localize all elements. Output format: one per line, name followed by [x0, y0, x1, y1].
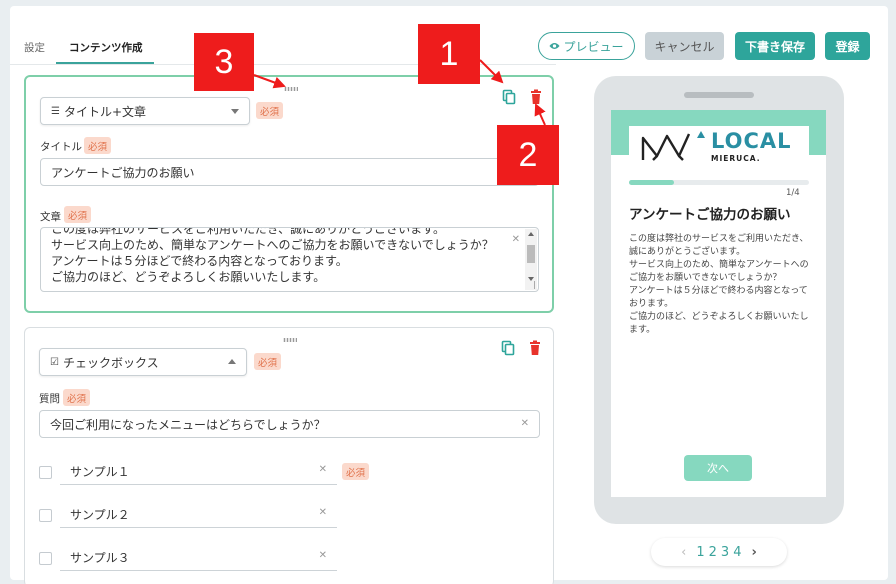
text-lines-icon: ☰: [51, 105, 60, 117]
page-link[interactable]: 2: [709, 545, 717, 560]
drag-handle-icon[interactable]: [283, 338, 297, 342]
trash-icon[interactable]: [528, 340, 542, 356]
option-value: サンプル３: [70, 551, 130, 565]
title-input-value: アンケートご協力のお願い: [51, 165, 195, 180]
body-line: アンケートは５分ほどで終わる内容となっております。: [51, 254, 348, 268]
local-mieruca-logo: LOCAL MIERUCA.: [629, 126, 809, 166]
required-badge: 必須: [342, 463, 370, 480]
preview-body: この度は弊社のサービスをご利用いただき、誠にありがとうございます。 サービス向上…: [629, 234, 809, 335]
content-block-title-text[interactable]: ☰ タイトル+文章 必須 タイトル 必須 アンケートご協力のお願い 文章 必須 …: [24, 75, 554, 313]
drag-handle-icon[interactable]: [284, 87, 298, 91]
page-link[interactable]: 1: [696, 545, 704, 560]
body-line: ご協力のほど、どうぞよろしくお願いいたします。: [51, 270, 326, 284]
page-link[interactable]: 3: [721, 545, 729, 560]
clear-icon[interactable]: ✕: [521, 418, 529, 429]
title-label: タイトル: [40, 141, 82, 153]
next-page-icon[interactable]: ›: [751, 545, 756, 560]
cancel-button[interactable]: キャンセル: [645, 32, 724, 60]
progress-bar: [629, 180, 809, 185]
option-value: サンプル１: [70, 465, 130, 479]
chevron-down-icon: [231, 109, 239, 114]
copy-icon[interactable]: [501, 340, 515, 356]
required-badge: 必須: [256, 102, 284, 119]
block-type-value: タイトル+文章: [63, 104, 147, 119]
option-checkbox[interactable]: [39, 552, 52, 565]
required-badge: 必須: [84, 137, 112, 154]
checkbox-icon: ☑: [50, 356, 59, 368]
phone-speaker: [684, 92, 754, 98]
chevron-up-icon: [228, 359, 236, 364]
next-button[interactable]: 次へ: [684, 455, 752, 481]
clear-icon[interactable]: ✕: [319, 550, 327, 561]
prev-page-icon[interactable]: ‹: [681, 545, 686, 560]
clear-icon[interactable]: ✕: [319, 507, 327, 518]
scroll-up-icon[interactable]: [528, 232, 534, 236]
tab-content[interactable]: コンテンツ作成: [69, 40, 143, 55]
phone-preview: LOCAL MIERUCA. 1/4 アンケートご協力のお願い この度は弊社のサ…: [594, 76, 844, 524]
progress-fill: [629, 180, 674, 185]
scroll-thumb[interactable]: [527, 245, 535, 263]
annotation-marker: 2: [497, 125, 559, 185]
logo-mark-icon: [641, 131, 705, 161]
title-input[interactable]: アンケートご協力のお願い: [40, 158, 539, 186]
content-block-checkbox[interactable]: ☑ チェックボックス 必須 質問 必須 今回ご利用になったメニューはどちらでしょ…: [24, 327, 554, 584]
preview-pagination: ‹ 1 2 3 4 ›: [651, 538, 787, 566]
option-value: サンプル２: [70, 508, 130, 522]
required-badge: 必須: [64, 206, 92, 223]
logo-text: LOCAL: [711, 129, 792, 153]
body-line: この度は弊社のサービスをご利用いただき、誠にありがとうございます。: [51, 227, 445, 236]
copy-icon[interactable]: [502, 89, 516, 105]
block-type-value: チェックボックス: [62, 355, 159, 370]
resize-handle-icon[interactable]: [527, 281, 535, 289]
save-draft-button[interactable]: 下書き保存: [735, 32, 815, 60]
preview-button[interactable]: プレビュー: [538, 32, 635, 60]
question-label: 質問: [39, 393, 60, 405]
body-label: 文章: [40, 211, 61, 223]
tab-settings[interactable]: 設定: [24, 40, 45, 55]
required-badge: 必須: [254, 353, 282, 370]
page-link[interactable]: 4: [733, 545, 741, 560]
clear-icon[interactable]: ✕: [512, 232, 520, 248]
option-input[interactable]: サンプル２ ✕: [60, 502, 337, 528]
preview-label: プレビュー: [563, 39, 624, 54]
annotation-marker: 3: [194, 33, 254, 91]
option-checkbox[interactable]: [39, 509, 52, 522]
preview-screen: LOCAL MIERUCA. 1/4 アンケートご協力のお願い この度は弊社のサ…: [611, 110, 826, 497]
preview-title: アンケートご協力のお願い: [629, 207, 791, 223]
option-input[interactable]: サンプル１ ✕: [60, 459, 337, 485]
eye-icon: [549, 43, 561, 49]
required-badge: 必須: [63, 389, 91, 406]
body-line: サービス向上のため、簡単なアンケートへのご協力をお願いできないでしょうか？: [51, 238, 494, 252]
block-type-select[interactable]: ☰ タイトル+文章: [40, 97, 250, 125]
option-input[interactable]: サンプル３ ✕: [60, 545, 337, 571]
option-checkbox[interactable]: [39, 466, 52, 479]
clear-icon[interactable]: ✕: [319, 464, 327, 475]
question-input[interactable]: 今回ご利用になったメニューはどちらでしょうか？ ✕: [39, 410, 540, 438]
page-count: 1/4: [786, 188, 800, 198]
question-input-value: 今回ご利用になったメニューはどちらでしょうか？: [50, 417, 326, 432]
body-textarea[interactable]: この度は弊社のサービスをご利用いただき、誠にありがとうございます。 サービス向上…: [40, 227, 539, 292]
trash-icon[interactable]: [529, 89, 543, 105]
logo-subtext: MIERUCA.: [711, 154, 761, 163]
block-type-select[interactable]: ☑ チェックボックス: [39, 348, 247, 376]
register-button[interactable]: 登録: [825, 32, 870, 60]
annotation-marker: 1: [418, 24, 480, 84]
